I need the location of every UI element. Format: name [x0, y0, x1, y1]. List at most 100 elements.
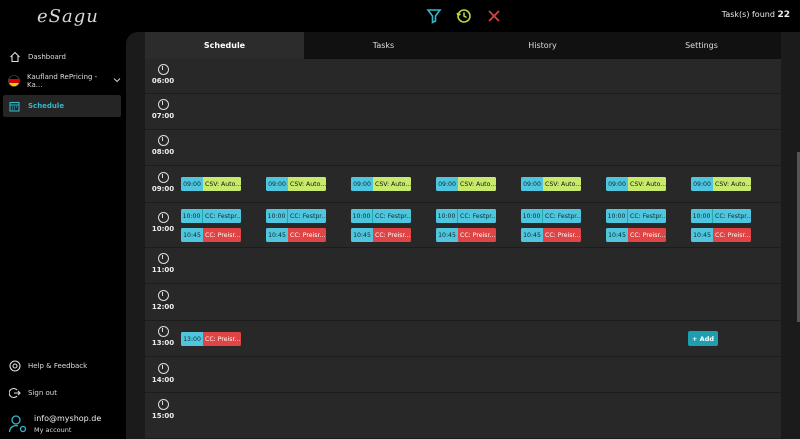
hour-row: 14:00: [145, 357, 781, 393]
account-label: My account: [34, 426, 72, 434]
hour-row: 07:00: [145, 94, 781, 130]
hour-text: 15:00: [151, 412, 175, 420]
task-time: 10:45: [181, 228, 203, 242]
task-time: 10:00: [691, 209, 713, 223]
sidebar-item-shop[interactable]: Kaufland RePricing - Ka...: [3, 70, 121, 92]
clock-icon: [157, 363, 169, 374]
task-chip[interactable]: 09:00 CSV: Auto...: [521, 177, 581, 191]
task-chip[interactable]: 10:45 CC: Preisr...: [436, 228, 496, 242]
app-logo: eSagu: [37, 6, 99, 27]
hour-label: 08:00: [145, 135, 181, 156]
history-icon[interactable]: [455, 7, 473, 25]
task-chip[interactable]: 09:00 CSV: Auto...: [181, 177, 241, 191]
task-label: CSV: Auto...: [288, 177, 326, 191]
sidebar-item-signout[interactable]: Sign out: [3, 382, 121, 404]
clock-icon: [157, 135, 169, 146]
clock-icon: [157, 326, 169, 337]
clock-icon: [157, 64, 169, 75]
task-chip[interactable]: 09:00 CSV: Auto...: [351, 177, 411, 191]
task-time: 13:00: [181, 332, 203, 346]
sidebar-item-label: Dashboard: [28, 53, 66, 61]
top-bar: eSagu Task(s) found 22: [0, 0, 800, 32]
task-time: 09:00: [436, 177, 458, 191]
task-time: 09:00: [351, 177, 373, 191]
task-label: CC: Festpr...: [373, 209, 411, 223]
sidebar-item-dashboard[interactable]: Dashboard: [3, 46, 121, 68]
home-icon: [8, 51, 21, 64]
sidebar-item-label: Schedule: [28, 102, 65, 110]
toolbar: [425, 7, 503, 25]
task-chip[interactable]: 10:45 CC: Preisr...: [351, 228, 411, 242]
clock-icon: [157, 253, 169, 264]
hour-text: 10:00: [151, 225, 175, 233]
hour-text: 07:00: [151, 112, 175, 120]
hour-label: 09:00: [145, 172, 181, 193]
task-chip[interactable]: 09:00 CSV: Auto...: [266, 177, 326, 191]
task-chip[interactable]: 10:45 CC: Preisr...: [691, 228, 751, 242]
task-label: CC: Festpr...: [288, 209, 326, 223]
task-label: CSV: Auto...: [543, 177, 581, 191]
clock-icon: [157, 290, 169, 301]
hour-row: 12:00: [145, 284, 781, 321]
add-task-button[interactable]: + Add: [688, 331, 718, 346]
sign-out-icon: [8, 387, 21, 400]
task-chip[interactable]: 10:00 CC: Festpr...: [691, 209, 751, 223]
sidebar-item-label: Help & Feedback: [28, 362, 88, 370]
task-time: 10:45: [436, 228, 458, 242]
task-chip[interactable]: 10:45 CC: Preisr...: [181, 228, 241, 242]
task-chip[interactable]: 10:00 CC: Festpr...: [606, 209, 666, 223]
close-icon[interactable]: [485, 7, 503, 25]
task-label: CC: Preisr...: [288, 228, 326, 242]
clock-icon: [157, 399, 169, 410]
filter-icon[interactable]: [425, 7, 443, 25]
hour-row: 08:00: [145, 130, 781, 166]
task-time: 10:00: [181, 209, 203, 223]
task-time: 10:00: [521, 209, 543, 223]
hour-text: 11:00: [151, 266, 175, 274]
task-chip[interactable]: 10:00 CC: Festpr...: [436, 209, 496, 223]
task-time: 10:00: [266, 209, 288, 223]
hour-label: 13:00: [145, 326, 181, 347]
task-time: 10:45: [351, 228, 373, 242]
sidebar-item-label: Kaufland RePricing - Ka...: [27, 73, 98, 89]
task-time: 10:45: [266, 228, 288, 242]
task-chip[interactable]: 10:00 CC: Festpr...: [351, 209, 411, 223]
task-chip[interactable]: 13:00 CC: Preisr...: [181, 332, 241, 346]
task-label: CSV: Auto...: [458, 177, 496, 191]
tab-tasks[interactable]: Tasks: [304, 32, 463, 59]
task-chip[interactable]: 09:00 CSV: Auto...: [606, 177, 666, 191]
task-time: 10:45: [521, 228, 543, 242]
task-chip[interactable]: 10:45 CC: Preisr...: [521, 228, 581, 242]
hour-label: 15:00: [145, 399, 181, 420]
task-chip[interactable]: 10:00 CC: Festpr...: [521, 209, 581, 223]
lifebuoy-icon: [8, 360, 21, 373]
task-label: CC: Festpr...: [203, 209, 241, 223]
task-label: CC: Preisr...: [203, 332, 241, 346]
task-chip[interactable]: 09:00 CSV: Auto...: [691, 177, 751, 191]
sidebar: Dashboard Kaufland RePricing - Ka... Sch…: [0, 32, 126, 439]
account[interactable]: info@myshop.de My account: [8, 414, 101, 434]
task-chip[interactable]: 10:45 CC: Preisr...: [606, 228, 666, 242]
task-chip[interactable]: 09:00 CSV: Auto...: [436, 177, 496, 191]
sidebar-item-schedule[interactable]: Schedule: [3, 95, 121, 117]
tasks-found: Task(s) found 22: [722, 10, 790, 20]
tab-schedule[interactable]: Schedule: [145, 32, 304, 65]
hour-text: 06:00: [151, 77, 175, 85]
task-label: CC: Festpr...: [713, 209, 751, 223]
task-time: 10:45: [691, 228, 713, 242]
task-time: 09:00: [266, 177, 288, 191]
tasks-found-count: 22: [777, 10, 790, 20]
task-label: CC: Festpr...: [628, 209, 666, 223]
task-time: 09:00: [521, 177, 543, 191]
hour-row: 11:00: [145, 248, 781, 284]
task-chip[interactable]: 10:45 CC: Preisr...: [266, 228, 326, 242]
task-label: CC: Festpr...: [543, 209, 581, 223]
task-chip[interactable]: 10:00 CC: Festpr...: [181, 209, 241, 223]
task-label: CC: Preisr...: [713, 228, 751, 242]
sidebar-item-help[interactable]: Help & Feedback: [3, 355, 121, 377]
hour-label: 14:00: [145, 363, 181, 384]
task-chip[interactable]: 10:00 CC: Festpr...: [266, 209, 326, 223]
tab-history[interactable]: History: [463, 32, 622, 59]
chevron-down-icon[interactable]: [113, 76, 121, 86]
tab-settings[interactable]: Settings: [622, 32, 781, 59]
